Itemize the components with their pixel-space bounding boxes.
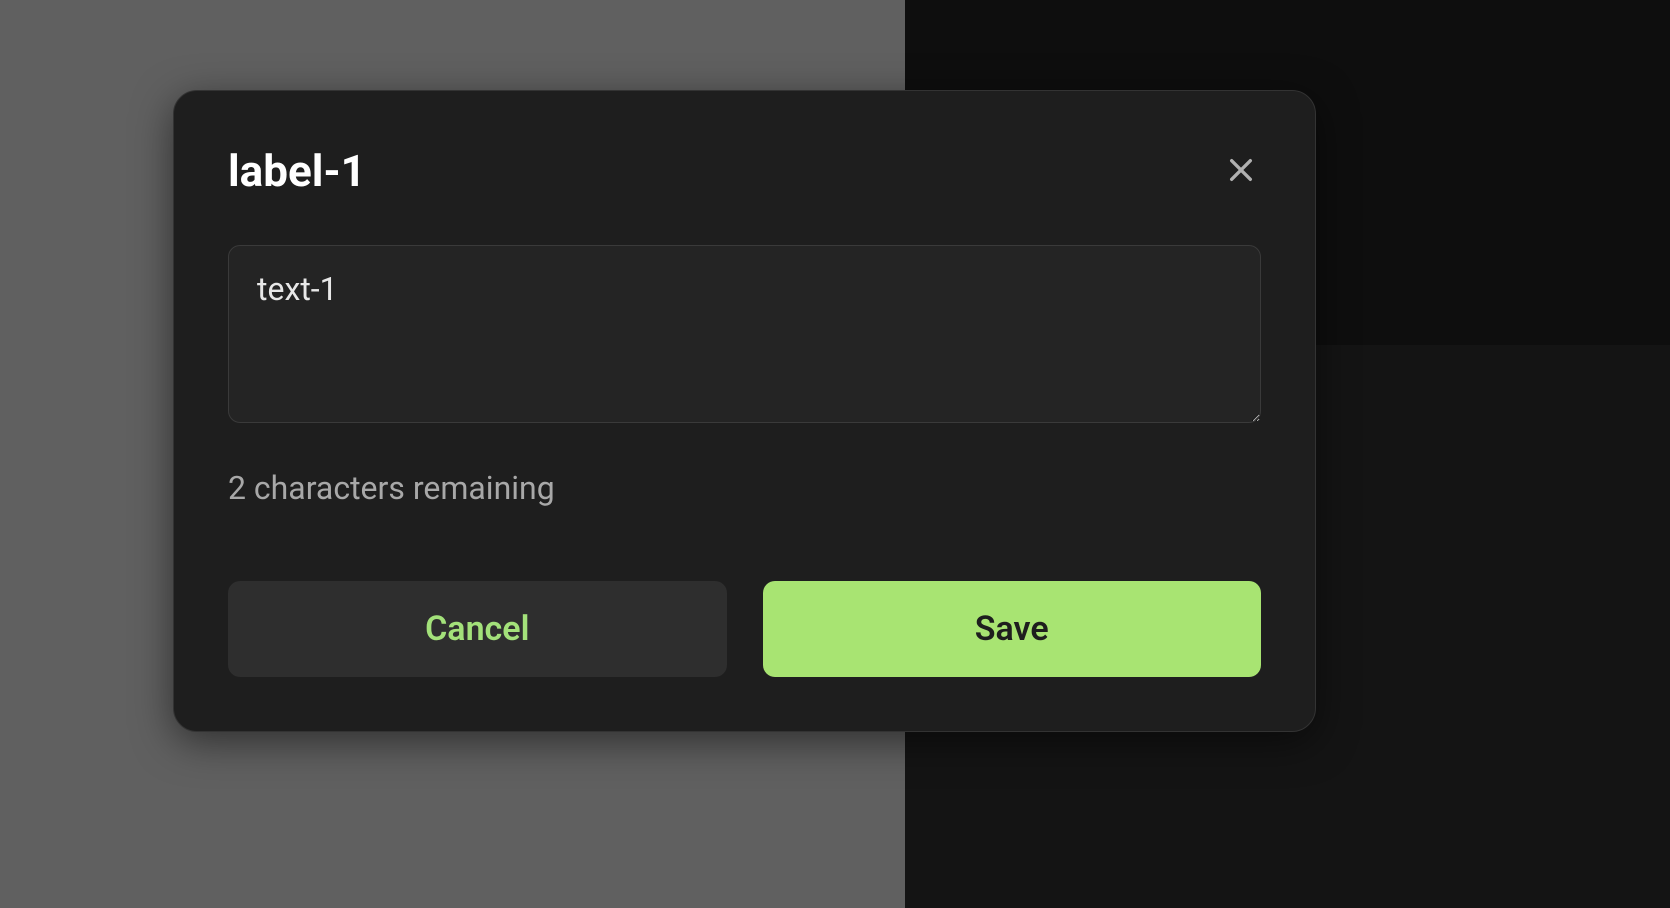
cancel-button[interactable]: Cancel [228, 581, 727, 677]
characters-remaining-label: 2 characters remaining [228, 469, 1261, 507]
text-input[interactable] [228, 245, 1261, 423]
button-row: Cancel Save [228, 581, 1261, 677]
close-button[interactable] [1221, 150, 1261, 193]
close-icon [1225, 154, 1257, 189]
edit-dialog: label-1 2 characters remaining Cancel Sa… [173, 90, 1316, 732]
save-button[interactable]: Save [763, 581, 1262, 677]
modal-title: label-1 [228, 145, 366, 197]
modal-header: label-1 [228, 145, 1261, 197]
